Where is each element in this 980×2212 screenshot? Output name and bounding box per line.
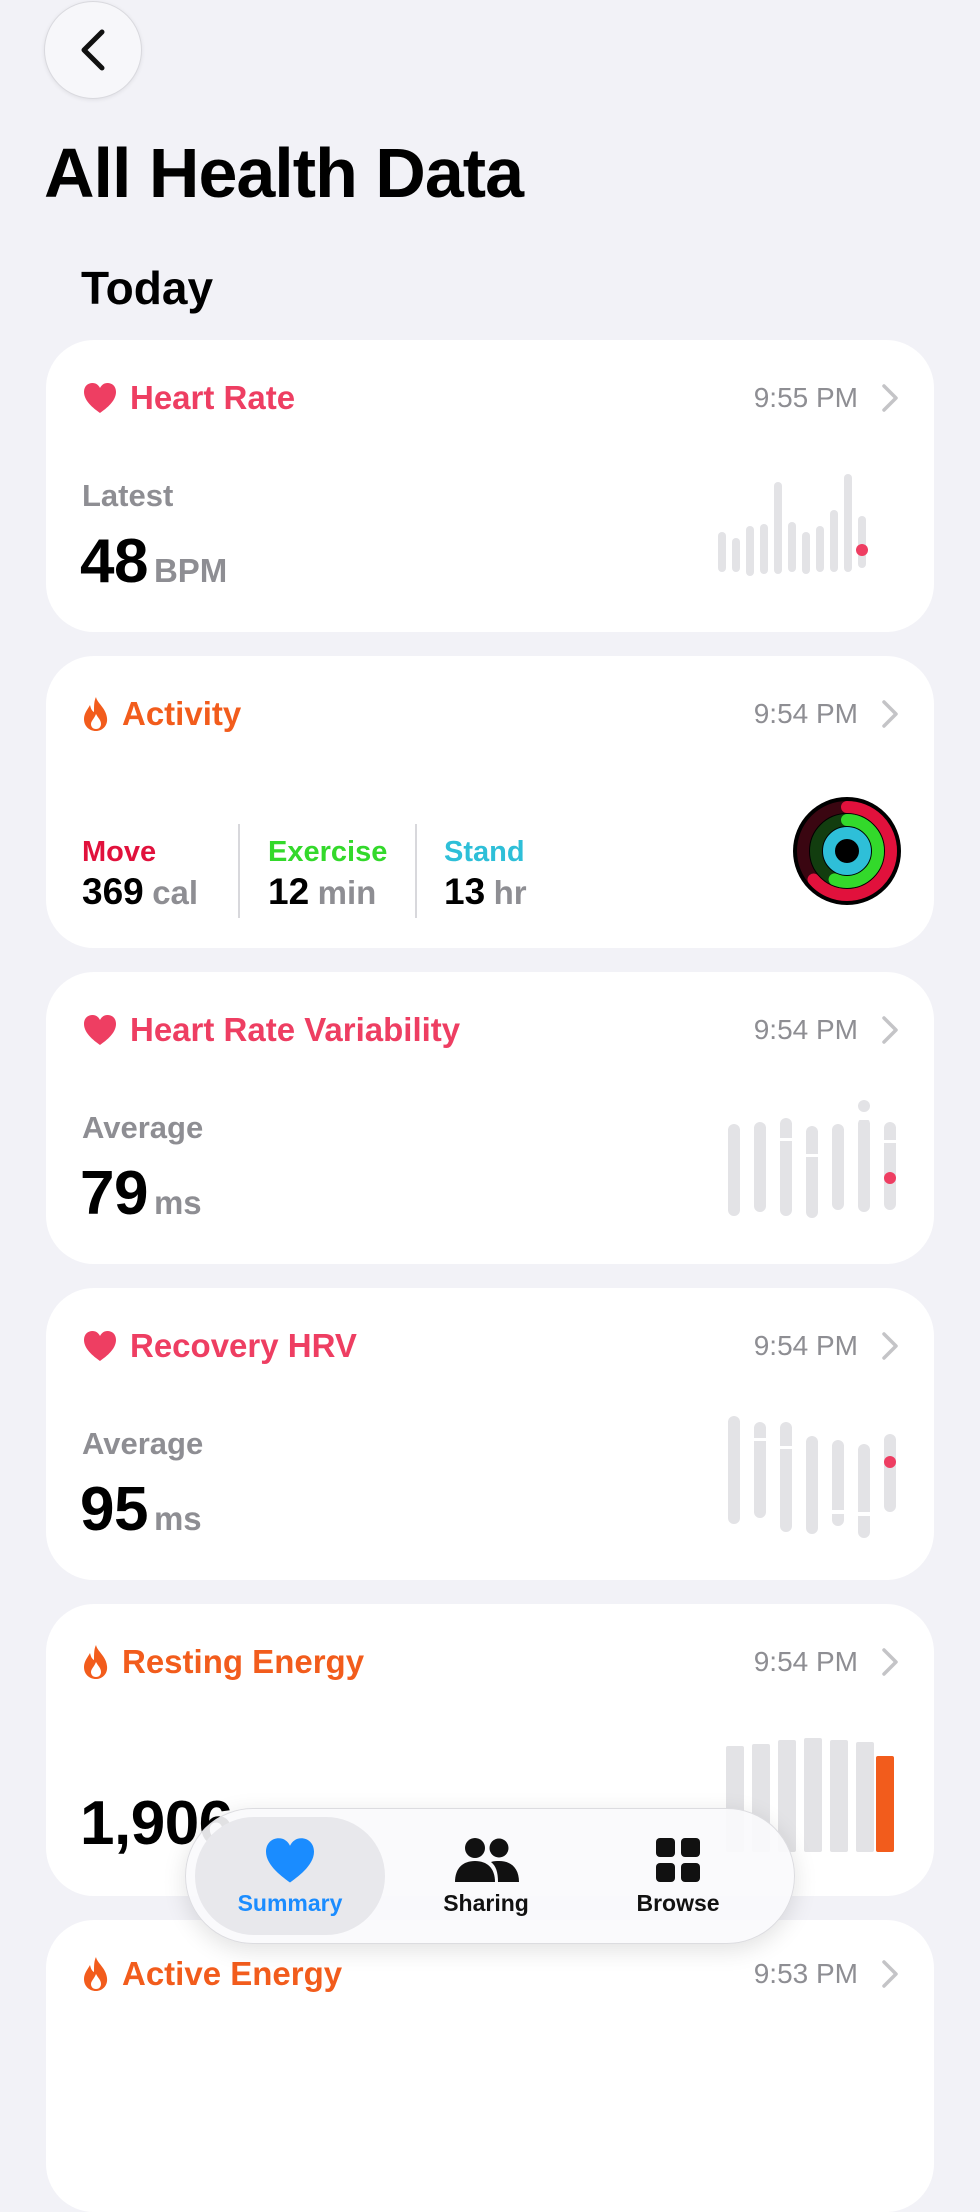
heart-rate-card[interactable]: Heart Rate 9:55 PM Latest 48 BPM [46, 340, 934, 632]
chevron-right-icon [882, 1648, 898, 1676]
heart-icon [266, 1837, 314, 1882]
tab-label: Sharing [443, 1889, 529, 1916]
card-header: Resting Energy [82, 1638, 364, 1686]
hrv-card[interactable]: Heart Rate Variability 9:54 PM Average 7… [46, 972, 934, 1264]
page-title: All Health Data [44, 134, 524, 212]
section-title-today: Today [81, 262, 214, 314]
card-header: Recovery HRV [82, 1322, 357, 1370]
chevron-right-icon [882, 1332, 898, 1360]
tab-label: Summary [237, 1889, 343, 1916]
chevron-left-icon [81, 29, 105, 71]
metric-unit: ms [153, 1500, 202, 1537]
card-title: Recovery HRV [130, 1327, 357, 1364]
tab-sharing[interactable]: Sharing [391, 1817, 581, 1935]
tab-bar: Summary Sharing Browse [185, 1808, 795, 1944]
card-header: Heart Rate Variability [82, 1006, 460, 1054]
card-title: Activity [122, 695, 242, 732]
active-energy-card[interactable]: Active Energy 9:53 PM [46, 1920, 934, 2212]
stand-unit: hr [493, 874, 527, 911]
exercise-number: 12 [268, 871, 310, 912]
card-time: 9:54 PM [753, 698, 858, 729]
metric-value: 48 BPM [80, 526, 227, 597]
metric-label: Average [82, 1110, 204, 1145]
exercise-label: Exercise [268, 836, 388, 868]
activity-rings-icon [793, 797, 901, 905]
recovery-hrv-range-chart [728, 1416, 896, 1538]
chevron-right-icon [882, 384, 898, 412]
flame-icon [84, 1957, 108, 1991]
people-icon [455, 1837, 519, 1882]
metric-unit: BPM [153, 552, 228, 589]
tab-summary[interactable]: Summary [195, 1817, 385, 1935]
hrv-range-chart [728, 1100, 896, 1218]
card-header: Activity [82, 690, 241, 738]
metric-number: 79 [80, 1159, 148, 1228]
move-stat: Move 369 cal [82, 834, 198, 922]
card-time: 9:54 PM [753, 1014, 858, 1045]
stand-stat: Stand 13 hr [444, 834, 527, 922]
flame-icon [84, 1645, 108, 1679]
stand-number: 13 [444, 871, 486, 912]
heart-icon [84, 1331, 116, 1361]
card-title: Heart Rate [130, 379, 296, 416]
stand-label: Stand [444, 836, 525, 868]
move-label: Move [82, 836, 157, 868]
chevron-right-icon [882, 700, 898, 728]
flame-icon [84, 697, 108, 731]
heart-icon [84, 383, 116, 413]
metric-unit: ms [153, 1184, 202, 1221]
metric-value: 95 ms [80, 1474, 202, 1545]
exercise-stat: Exercise 12 min [268, 834, 387, 922]
divider [238, 824, 240, 918]
card-title: Active Energy [122, 1955, 343, 1992]
card-time: 9:53 PM [753, 1958, 858, 1989]
metric-number: 48 [80, 527, 148, 596]
chevron-right-icon [882, 1016, 898, 1044]
card-time: 9:55 PM [753, 382, 858, 413]
move-number: 369 [82, 871, 144, 912]
exercise-value: 12 min [268, 870, 387, 922]
metric-number: 95 [80, 1475, 148, 1544]
divider [415, 824, 417, 918]
activity-card[interactable]: Activity 9:54 PM Move 369 cal Exercise 1… [46, 656, 934, 948]
tab-browse[interactable]: Browse [583, 1817, 773, 1935]
move-unit: cal [152, 874, 199, 911]
card-title: Heart Rate Variability [130, 1011, 461, 1048]
card-header: Heart Rate [82, 374, 295, 422]
stand-value: 13 hr [444, 870, 527, 922]
back-button[interactable] [44, 1, 142, 99]
metric-label: Latest [82, 478, 174, 513]
move-value: 369 cal [82, 870, 198, 922]
exercise-unit: min [317, 874, 377, 911]
heart-rate-sparkline [718, 474, 868, 576]
chevron-right-icon [882, 1960, 898, 1988]
grid-icon [656, 1837, 700, 1882]
metric-label: Average [82, 1426, 204, 1461]
card-title: Resting Energy [122, 1643, 365, 1680]
card-time: 9:54 PM [753, 1330, 858, 1361]
card-time: 9:54 PM [753, 1646, 858, 1677]
heart-icon [84, 1015, 116, 1045]
tab-label: Browse [636, 1889, 720, 1916]
metric-value: 79 ms [80, 1158, 202, 1229]
recovery-hrv-card[interactable]: Recovery HRV 9:54 PM Average 95 ms [46, 1288, 934, 1580]
